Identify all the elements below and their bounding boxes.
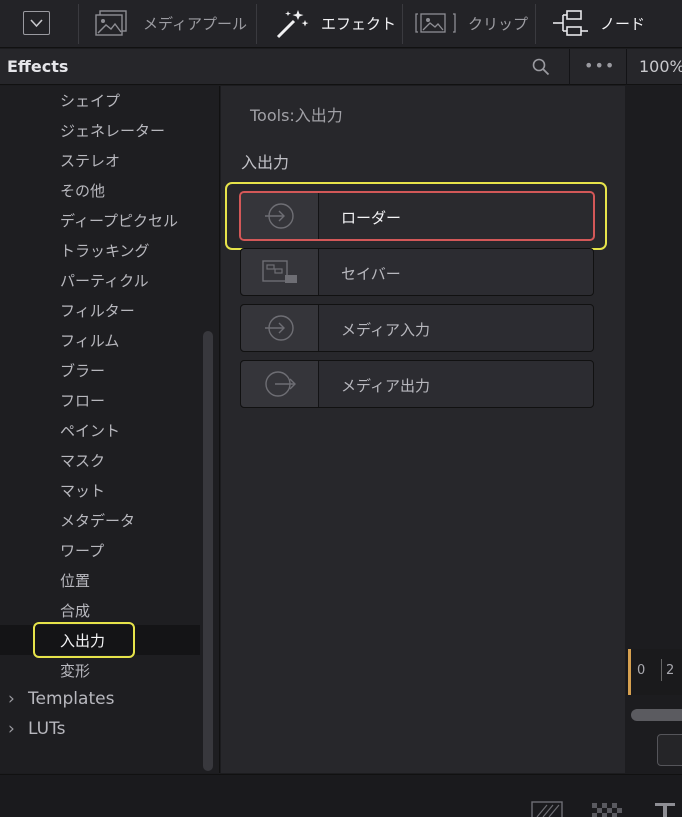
tree-item[interactable]: 位置	[60, 570, 90, 591]
media-pool-icon[interactable]	[95, 10, 129, 36]
tool-media-in[interactable]: メディア入力	[240, 304, 594, 352]
checkerboard-icon[interactable]	[592, 803, 622, 817]
tree-item[interactable]: フロー	[60, 390, 105, 411]
media-pool-button[interactable]: メディアプール	[143, 13, 247, 34]
tree-group-luts[interactable]: › LUTs	[8, 719, 66, 739]
bottom-bar	[0, 774, 682, 817]
ruler-tick	[661, 659, 662, 681]
tool-icon-area	[241, 305, 319, 351]
toolbar-divider	[256, 4, 257, 44]
ruler-label: 2	[666, 663, 675, 678]
tree-item[interactable]: パーティクル	[60, 270, 149, 291]
saver-icon	[262, 260, 297, 283]
breadcrumb: Tools:入出力	[250, 106, 343, 125]
tool-icon-area	[241, 361, 319, 407]
tool-media-out[interactable]: メディア出力	[240, 360, 594, 408]
tools-panel: Tools:入出力 入出力 ローダー セイバー メディア入力 メディア出力	[221, 86, 625, 773]
viewer-button[interactable]	[657, 734, 682, 766]
chevron-right-icon: ›	[8, 719, 15, 739]
tool-label: メディア出力	[341, 377, 430, 395]
media-out-icon	[265, 371, 296, 397]
gradient-icon[interactable]	[531, 801, 563, 817]
header-divider	[626, 49, 627, 85]
tree-group-label: LUTs	[28, 719, 66, 739]
more-options-button[interactable]: •••	[584, 56, 615, 75]
scroll-slider[interactable]	[631, 709, 682, 721]
effects-button[interactable]: エフェクト	[321, 13, 396, 34]
nodes-icon[interactable]	[550, 9, 590, 39]
fusion-effects-window: メディアプール エフェクト クリップ ノード Effects ••• 100% …	[0, 0, 682, 817]
tool-icon-area	[241, 249, 319, 295]
tree-item[interactable]: ジェネレーター	[60, 120, 165, 141]
panel-title: Effects	[7, 57, 69, 76]
tree-item[interactable]: ステレオ	[60, 150, 120, 171]
tool-label: セイバー	[341, 265, 401, 283]
tree-item[interactable]: ブラー	[60, 360, 105, 381]
playhead[interactable]	[628, 649, 631, 695]
tree-item[interactable]: 変形	[60, 660, 90, 681]
selected-tool-outline	[239, 191, 595, 241]
chevron-down-icon	[30, 19, 43, 28]
tree-item[interactable]: メタデータ	[60, 510, 135, 531]
nodes-button[interactable]: ノード	[600, 13, 645, 34]
tree-item[interactable]: フィルム	[60, 330, 119, 351]
search-icon[interactable]	[532, 58, 550, 76]
tree-item[interactable]: ワープ	[60, 540, 104, 561]
timeline-ruler[interactable]: 0 2	[626, 649, 682, 695]
toolbar-divider	[402, 4, 403, 44]
tree-item[interactable]: シェイプ	[60, 90, 120, 111]
tree-item[interactable]: ペイント	[60, 420, 120, 441]
chevron-right-icon: ›	[8, 689, 15, 709]
text-tool-icon[interactable]	[652, 801, 678, 817]
tree-scrollbar[interactable]	[203, 331, 213, 771]
panel-toggle-button[interactable]	[23, 11, 50, 35]
tree-group-templates[interactable]: › Templates	[8, 689, 114, 709]
tree-item[interactable]: フィルター	[60, 300, 135, 321]
header-divider	[569, 49, 570, 85]
selection-highlight	[33, 622, 135, 658]
section-title: 入出力	[241, 153, 290, 172]
tree-item[interactable]: トラッキング	[60, 240, 150, 261]
tree-item[interactable]: マスク	[60, 450, 105, 471]
top-toolbar: メディアプール エフェクト クリップ ノード	[0, 0, 682, 48]
ruler-label: 0	[637, 663, 646, 678]
tree-item[interactable]: その他	[60, 180, 105, 201]
tool-label: メディア入力	[341, 321, 430, 339]
toolbar-divider	[535, 4, 536, 44]
tree-group-label: Templates	[28, 689, 115, 709]
viewer-panel-partial: 0 2	[626, 86, 682, 773]
tree-item[interactable]: 合成	[60, 600, 90, 621]
tree-item[interactable]: ディープピクセル	[60, 210, 178, 231]
effects-tree: シェイプ ジェネレーター ステレオ その他 ディープピクセル トラッキング パー…	[0, 86, 220, 773]
clips-icon[interactable]	[414, 11, 458, 35]
toolbar-divider	[78, 4, 79, 44]
media-in-icon	[265, 315, 294, 341]
tree-item[interactable]: マット	[60, 480, 105, 501]
clips-button[interactable]: クリップ	[468, 13, 528, 34]
zoom-level[interactable]: 100%	[639, 57, 682, 76]
magic-wand-icon[interactable]	[274, 8, 310, 40]
effects-header: Effects ••• 100%	[0, 49, 682, 85]
tool-saver[interactable]: セイバー	[240, 248, 594, 296]
